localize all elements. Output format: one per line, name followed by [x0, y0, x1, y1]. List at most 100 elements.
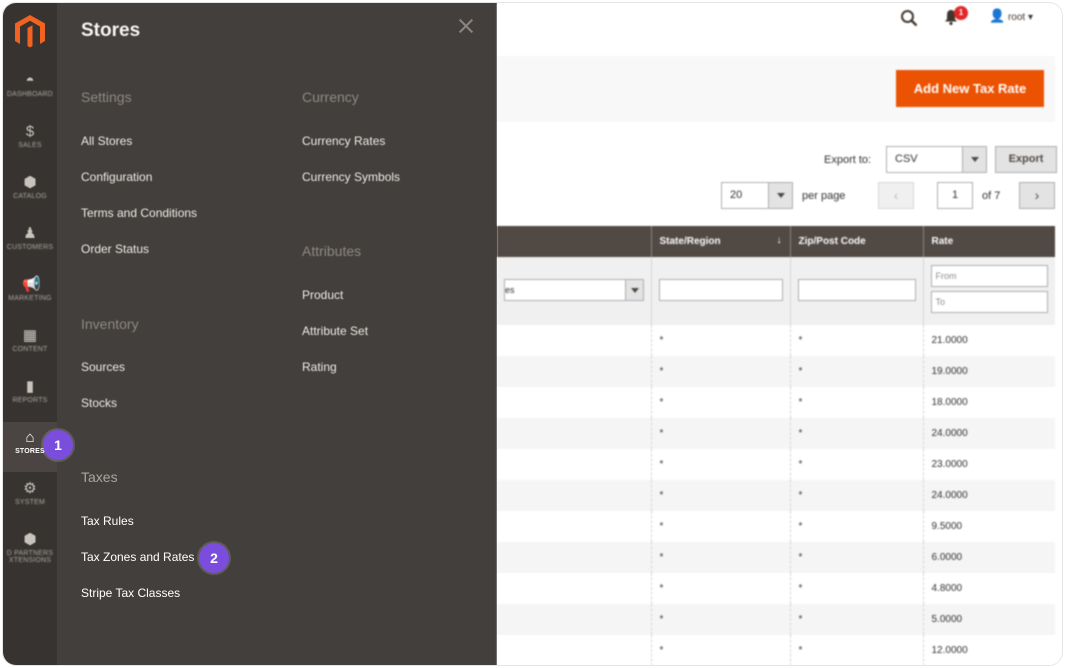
menu-link-stripe-tax-classes[interactable]: Stripe Tax Classes	[81, 586, 180, 600]
user-menu[interactable]: 👤 root ▾	[989, 8, 1033, 24]
nav-item-label: REPORTS	[12, 397, 48, 404]
stores-flyout-menu: Stores Settings All Stores Configuration…	[57, 3, 497, 665]
nav-item-catalog[interactable]: ⬢ CATALOG	[3, 167, 57, 217]
table-row[interactable]: * * 23.0000	[497, 449, 1055, 480]
column-header-tax-identifier[interactable]	[497, 226, 651, 257]
cell-rate: 21.0000	[922, 325, 1055, 356]
cell-zip-post-code: *	[789, 449, 923, 480]
nav-item-customers[interactable]: ♟ CUSTOMERS	[3, 218, 57, 268]
megaphone-icon: 📢	[22, 276, 41, 293]
menu-link-configuration[interactable]: Configuration	[81, 170, 152, 184]
column-header-state-region[interactable]: State/Region ↓	[650, 226, 790, 257]
cube-icon: ⬢	[23, 174, 37, 191]
export-format-select[interactable]: CSV	[886, 146, 987, 173]
cell-tax-identifier	[497, 387, 651, 418]
menu-link-product[interactable]: Product	[302, 288, 343, 302]
nav-item-label: DASHBOARD	[6, 91, 54, 98]
flyout-title: Stores	[81, 20, 141, 41]
previous-page-button[interactable]: ‹	[878, 182, 914, 209]
cell-zip-post-code: *	[789, 418, 923, 449]
search-icon[interactable]	[900, 9, 918, 27]
chevron-down-icon	[624, 280, 643, 300]
per-page-select[interactable]: 20	[721, 182, 793, 209]
section-taxes-heading: Taxes	[81, 469, 118, 485]
page-number-input[interactable]: 1	[937, 182, 973, 209]
menu-link-currency-rates[interactable]: Currency Rates	[302, 134, 385, 148]
menu-link-currency-symbols[interactable]: Currency Symbols	[302, 170, 400, 184]
zip-filter-input[interactable]	[797, 279, 916, 301]
cell-rate: 4.8000	[922, 573, 1055, 604]
table-row[interactable]: * * 18.0000	[497, 387, 1055, 418]
magento-logo-icon[interactable]	[13, 13, 47, 51]
menu-link-rating[interactable]: Rating	[302, 360, 337, 374]
section-settings-heading: Settings	[81, 89, 132, 105]
cell-zip-post-code: *	[789, 573, 923, 604]
per-page-label: per page	[802, 190, 846, 202]
section-currency-heading: Currency	[302, 89, 359, 105]
cell-zip-post-code: *	[789, 511, 923, 542]
close-icon[interactable]	[457, 17, 475, 35]
menu-link-terms-conditions[interactable]: Terms and Conditions	[81, 206, 197, 220]
cell-tax-identifier	[497, 356, 651, 387]
cell-state-region: *	[650, 604, 790, 635]
nav-item-content[interactable]: ▦ CONTENT	[3, 320, 57, 370]
table-row[interactable]: * * 24.0000	[497, 418, 1055, 449]
table-row[interactable]: * * 5.0000	[497, 604, 1055, 635]
filter-row: es From To	[497, 257, 1055, 325]
add-new-tax-rate-button[interactable]: Add New Tax Rate	[896, 70, 1044, 107]
cell-zip-post-code: *	[789, 604, 923, 635]
app-window: ◓ DASHBOARD $ SALES ⬢ CATALOG ♟ CUSTOMERS 📢 MARKE…	[2, 2, 1063, 666]
filter-cell-zip	[789, 257, 923, 325]
menu-link-all-stores[interactable]: All Stores	[81, 134, 132, 148]
state-filter-input[interactable]	[658, 279, 783, 301]
cell-zip-post-code: *	[789, 480, 923, 511]
column-header-zip-post-code[interactable]: Zip/Post Code	[789, 226, 923, 257]
table-row[interactable]: * * 4.8000	[497, 573, 1055, 604]
menu-link-tax-zones-and-rates[interactable]: Tax Zones and Rates	[81, 550, 194, 564]
cell-zip-post-code: *	[789, 635, 923, 665]
notification-count-badge: 1	[954, 6, 968, 20]
rate-to-input[interactable]: To	[930, 291, 1048, 313]
step-2-callout: 2	[199, 543, 229, 573]
nav-item-label: D PARTNERS	[6, 550, 54, 557]
cell-tax-identifier	[497, 635, 651, 665]
nav-item-system[interactable]: ⚙ SYSTEM	[3, 473, 57, 523]
table-row[interactable]: * * 6.0000	[497, 542, 1055, 573]
dollar-icon: $	[25, 123, 35, 140]
cell-rate: 18.0000	[922, 387, 1055, 418]
nav-item-dashboard[interactable]: ◓ DASHBOARD	[3, 65, 57, 115]
bar-chart-icon: ▮	[25, 378, 35, 395]
chevron-down-icon	[768, 183, 792, 208]
layout-icon: ▦	[22, 327, 38, 344]
column-header-state-region-label: State/Region	[659, 236, 721, 247]
menu-link-sources[interactable]: Sources	[81, 360, 125, 374]
country-filter-select[interactable]: es	[504, 279, 644, 301]
table-row[interactable]: * * 19.0000	[497, 356, 1055, 387]
table-row[interactable]: * * 24.0000	[497, 480, 1055, 511]
column-header-rate[interactable]: Rate	[922, 226, 1055, 257]
cell-state-region: *	[650, 542, 790, 573]
menu-link-order-status[interactable]: Order Status	[81, 242, 149, 256]
user-name: root ▾	[1007, 12, 1033, 23]
table-row[interactable]: * * 21.0000	[497, 325, 1055, 356]
nav-item-partners[interactable]: ⬢ D PARTNERS XTENSIONS	[3, 524, 57, 574]
table-row[interactable]: * * 12.0000	[497, 635, 1055, 665]
next-page-button[interactable]: ›	[1019, 182, 1055, 209]
menu-link-stocks[interactable]: Stocks	[81, 396, 117, 410]
nav-item-sales[interactable]: $ SALES	[3, 116, 57, 166]
user-icon: 👤	[989, 8, 1006, 23]
nav-item-marketing[interactable]: 📢 MARKETING	[3, 269, 57, 319]
nav-item-label: SYSTEM	[15, 499, 45, 506]
cell-rate: 24.0000	[922, 418, 1055, 449]
menu-link-tax-rules[interactable]: Tax Rules	[81, 514, 134, 528]
rate-from-input[interactable]: From	[930, 265, 1048, 287]
cell-rate: 12.0000	[922, 635, 1055, 665]
menu-link-attribute-set[interactable]: Attribute Set	[302, 324, 368, 338]
nav-item-reports[interactable]: ▮ REPORTS	[3, 371, 57, 421]
tax-rates-page: 1 👤 root ▾ Add New Tax Rate Export to: C…	[497, 3, 1062, 665]
table-row[interactable]: * * 9.5000	[497, 511, 1055, 542]
cell-zip-post-code: *	[789, 356, 923, 387]
export-button[interactable]: Export	[995, 146, 1057, 173]
nav-item-label: CATALOG	[13, 193, 47, 200]
section-attributes-heading: Attributes	[302, 243, 362, 259]
